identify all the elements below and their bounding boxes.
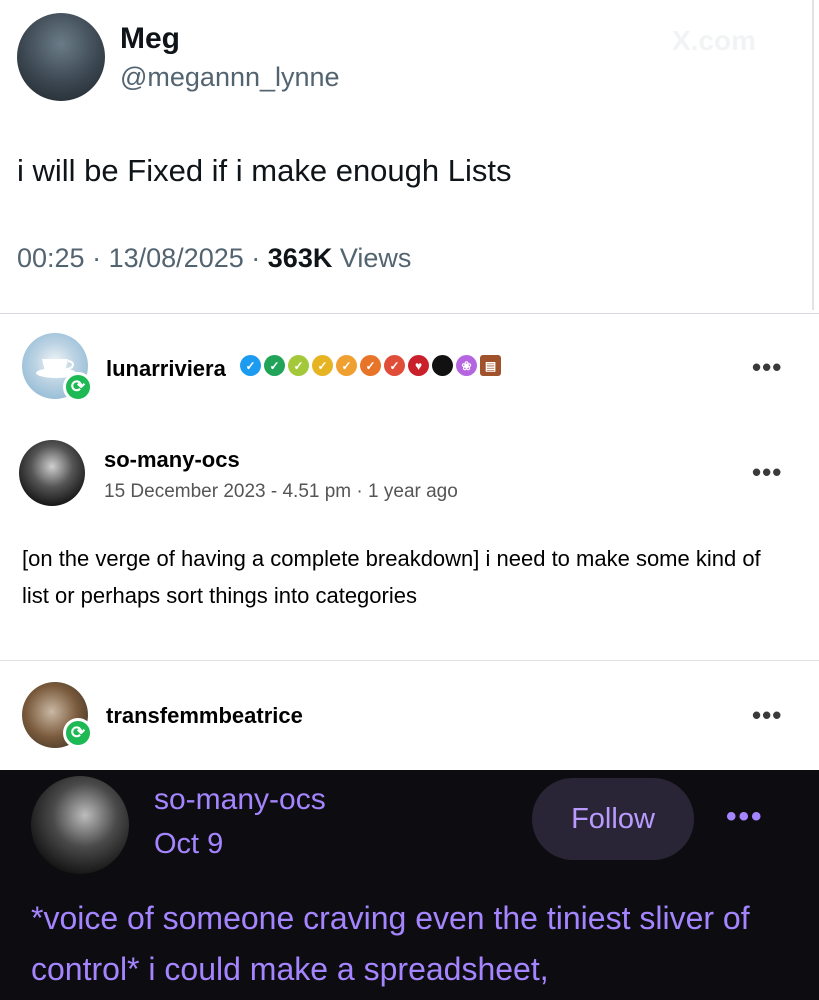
- tweet-author-avatar[interactable]: [17, 13, 105, 101]
- reblogger-username[interactable]: transfemmbeatrice: [106, 703, 303, 729]
- more-options-icon[interactable]: •••: [726, 800, 764, 834]
- tweet-meta: 00:25 · 13/08/2025 · 363K Views: [17, 243, 411, 274]
- tweet-time[interactable]: 00:25: [17, 243, 85, 273]
- dark-post-username[interactable]: so-many-ocs: [154, 783, 326, 817]
- dark-post-body: *voice of someone craving even the tinie…: [31, 900, 750, 987]
- reblogger-username[interactable]: lunarriviera: [106, 356, 226, 382]
- post-author-username[interactable]: so-many-ocs: [104, 447, 240, 473]
- user-badges: ✓ ✓ ✓ ✓ ✓ ✓ ✓ ♥ ❀ ▤: [240, 355, 501, 376]
- meta-separator: ·: [92, 243, 102, 273]
- verified-badge-icon: ✓: [264, 355, 285, 376]
- tweet-text: i will be Fixed if i make enough Lists: [17, 153, 512, 188]
- reblog-icon: ⟳: [63, 718, 93, 748]
- tweet-author-name[interactable]: Meg: [120, 22, 180, 56]
- verified-badge-icon: ✓: [288, 355, 309, 376]
- watermark: X.com: [672, 25, 757, 56]
- reblog-icon: ⟳: [63, 372, 93, 402]
- so-many-ocs-avatar[interactable]: [31, 776, 129, 874]
- verified-badge-icon: ✓: [360, 355, 381, 376]
- verified-badge-icon: ✓: [240, 355, 261, 376]
- more-options-icon[interactable]: •••: [752, 700, 782, 731]
- verified-badge-icon: ✓: [384, 355, 405, 376]
- panel-border: [812, 0, 814, 310]
- follow-button[interactable]: Follow: [532, 778, 694, 860]
- verified-badge-icon: ✓: [312, 355, 333, 376]
- so-many-ocs-avatar[interactable]: [19, 440, 85, 506]
- meta-separator: ·: [356, 481, 363, 502]
- typewriter-badge-icon: ▤: [480, 355, 501, 376]
- black-dot-badge-icon: [432, 355, 453, 376]
- dark-post-date[interactable]: Oct 9: [154, 828, 223, 861]
- divider: [0, 313, 819, 314]
- heart-badge-icon: ♥: [408, 355, 429, 376]
- more-options-icon[interactable]: •••: [752, 457, 782, 488]
- meta-separator: ·: [251, 243, 261, 273]
- tweet-views-count: 363K: [267, 243, 333, 273]
- divider: [0, 660, 819, 661]
- creature-badge-icon: ❀: [456, 355, 477, 376]
- post-date[interactable]: 15 December 2023 - 4.51 pm: [104, 481, 351, 502]
- post-body: [on the verge of having a complete break…: [22, 546, 761, 608]
- tweet-date[interactable]: 13/08/2025: [109, 243, 244, 273]
- verified-badge-icon: ✓: [336, 355, 357, 376]
- post-timestamp: 15 December 2023 - 4.51 pm · 1 year ago: [104, 481, 458, 503]
- post-age: 1 year ago: [368, 481, 458, 502]
- tweet-author-handle[interactable]: @megannn_lynne: [120, 62, 340, 93]
- tweet-views-label: Views: [339, 243, 412, 273]
- more-options-icon[interactable]: •••: [752, 352, 782, 383]
